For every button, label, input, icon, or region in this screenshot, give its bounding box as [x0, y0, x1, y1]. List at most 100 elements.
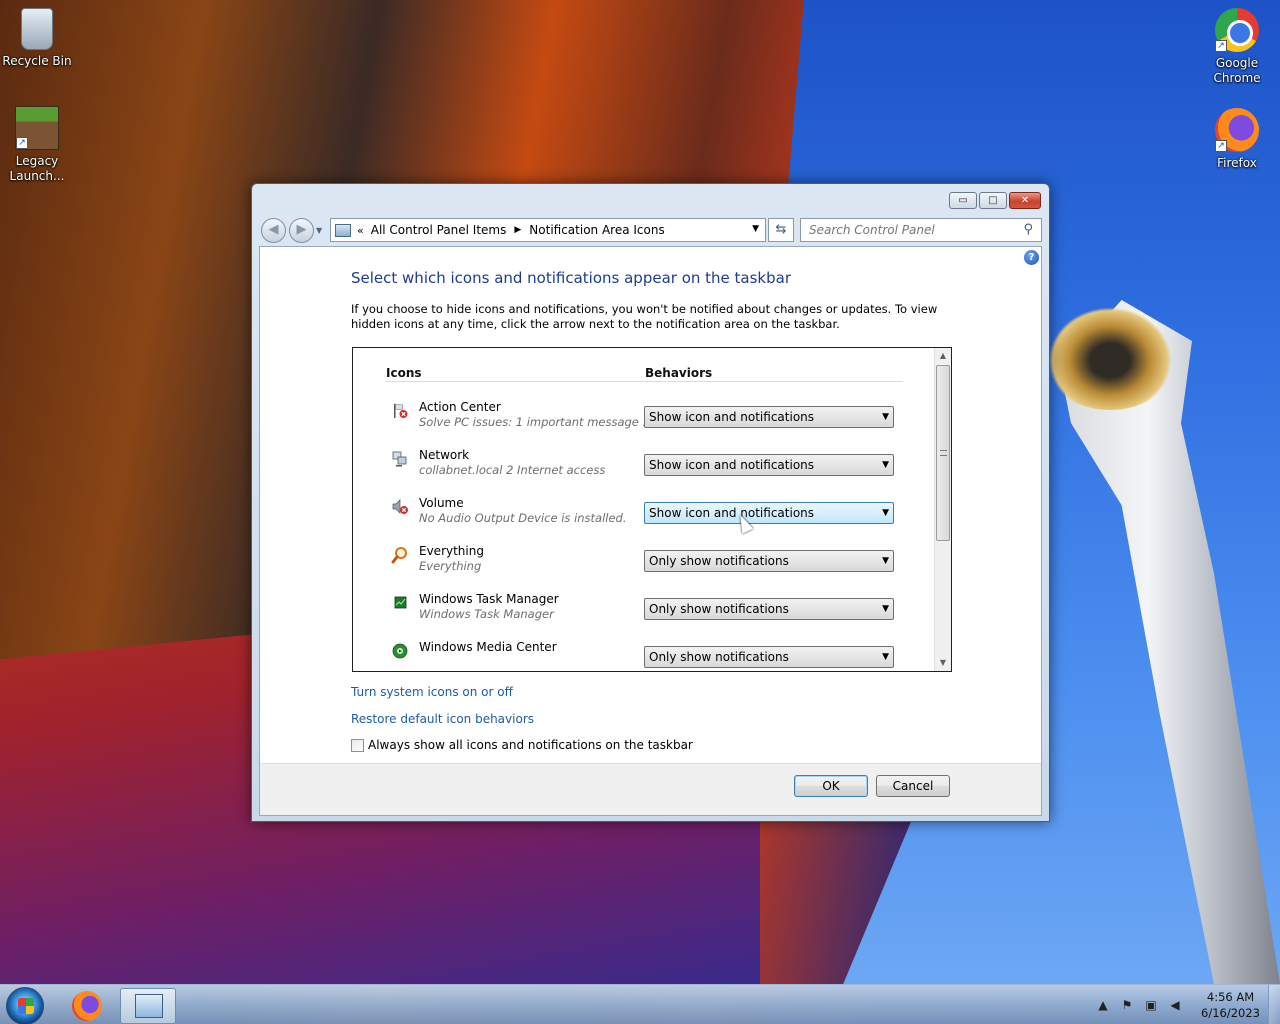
firefox-icon: [72, 991, 102, 1021]
taskbar-control-panel[interactable]: [120, 988, 176, 1024]
desktop-icon-label: Legacy Launch...: [9, 154, 65, 183]
desktop-icon-chrome[interactable]: ↗ Google Chrome: [1197, 8, 1277, 86]
always-show-all-option[interactable]: Always show all icons and notifications …: [351, 738, 693, 752]
row-name: Windows Media Center: [419, 640, 557, 654]
row-description: collabnet.local 2 Internet access: [419, 463, 606, 477]
breadcrumb-notification-area-icons[interactable]: Notification Area Icons: [529, 223, 664, 237]
table-row: Volume No Audio Output Device is install…: [391, 496, 911, 540]
dropdown-arrow-icon: ▼: [882, 652, 889, 662]
wallpaper-tower-top: [1040, 300, 1180, 410]
desktop-icon-recycle-bin[interactable]: Recycle Bin: [0, 8, 77, 69]
control-panel-icon: [135, 994, 163, 1018]
select-value: Show icon and notifications: [649, 458, 815, 472]
shortcut-arrow-icon: ↗: [16, 137, 28, 149]
taskbar-firefox[interactable]: [60, 988, 116, 1024]
forward-button[interactable]: ▶: [289, 218, 314, 243]
desktop-icon-label: Google Chrome: [1213, 56, 1261, 85]
behavior-select-everything[interactable]: Only show notifications ▼: [644, 550, 894, 572]
recycle-bin-icon: [21, 8, 53, 50]
search-box: ⚲: [800, 218, 1042, 242]
scroll-grip-icon: [940, 450, 947, 456]
dialog-footer: OK Cancel: [260, 763, 1041, 815]
page-title: Select which icons and notifications app…: [351, 269, 791, 287]
column-header-behaviors: Behaviors: [645, 366, 713, 380]
minimize-button[interactable]: ▭: [949, 192, 977, 209]
show-desktop-button[interactable]: [1268, 985, 1280, 1024]
always-show-all-checkbox[interactable]: [351, 738, 364, 752]
search-icon[interactable]: ⚲: [1023, 222, 1033, 237]
clock-time: 4:56 AM: [1206, 990, 1255, 1004]
scroll-thumb[interactable]: [936, 365, 950, 541]
breadcrumb-separator-icon[interactable]: ▶: [514, 225, 521, 235]
start-button[interactable]: [6, 987, 44, 1024]
turn-system-icons-link[interactable]: Turn system icons on or off: [351, 685, 513, 699]
control-panel-icon: [335, 223, 351, 237]
notification-area: ▲ ⚑ ▣ ◀ 4:56 AM 6/16/2023: [1095, 985, 1266, 1024]
select-value: Only show notifications: [649, 554, 789, 568]
breadcrumb-all-control-panel-items[interactable]: All Control Panel Items: [371, 223, 507, 237]
magnifier-icon: [391, 546, 409, 564]
scroll-down-icon[interactable]: ▼: [935, 655, 951, 671]
taskbar: ▲ ⚑ ▣ ◀ 4:56 AM 6/16/2023: [0, 984, 1280, 1024]
flag-icon: [391, 402, 409, 420]
speaker-icon: [391, 498, 409, 516]
task-manager-icon: [391, 594, 409, 612]
select-value: Show icon and notifications: [649, 506, 815, 520]
clock[interactable]: 4:56 AM 6/16/2023: [1201, 989, 1260, 1021]
behavior-select-media-center[interactable]: Only show notifications ▼: [644, 646, 894, 668]
row-description: Windows Task Manager: [419, 607, 554, 621]
firefox-icon: ↗: [1215, 108, 1259, 152]
shortcut-arrow-icon: ↗: [1215, 40, 1227, 52]
row-name: Windows Task Manager: [419, 592, 559, 606]
behavior-select-network[interactable]: Show icon and notifications ▼: [644, 454, 894, 476]
select-value: Only show notifications: [649, 650, 789, 664]
ok-button[interactable]: OK: [794, 775, 868, 797]
row-name: Network: [419, 448, 470, 462]
clock-date: 6/16/2023: [1201, 1006, 1260, 1020]
dropdown-arrow-icon: ▼: [882, 412, 889, 422]
recent-pages-dropdown-icon[interactable]: ▼: [316, 226, 322, 235]
help-icon[interactable]: ?: [1024, 250, 1039, 265]
close-button[interactable]: ✕: [1009, 192, 1041, 209]
row-description: Solve PC issues: 1 important message ...: [419, 415, 654, 429]
maximize-button[interactable]: □: [979, 192, 1007, 209]
list-scrollbar[interactable]: ▲ ▼: [934, 348, 951, 671]
scroll-up-icon[interactable]: ▲: [935, 348, 951, 364]
address-dropdown-icon[interactable]: ▼: [752, 224, 759, 234]
network-icon[interactable]: ▣: [1143, 997, 1159, 1013]
volume-muted-icon[interactable]: ◀: [1167, 997, 1183, 1013]
shortcut-arrow-icon: ↗: [1215, 140, 1227, 152]
select-value: Show icon and notifications: [649, 410, 815, 424]
refresh-button[interactable]: ⇆: [768, 218, 794, 242]
table-row: Windows Task Manager Windows Task Manage…: [391, 592, 911, 636]
minecraft-icon: ↗: [15, 106, 59, 150]
table-row: Windows Media Center Only show notificat…: [391, 640, 911, 671]
address-bar[interactable]: « All Control Panel Items ▶ Notification…: [330, 218, 766, 242]
back-button[interactable]: ◀: [261, 218, 286, 243]
show-hidden-icons-arrow-icon[interactable]: ▲: [1095, 997, 1111, 1013]
behavior-select-action-center[interactable]: Show icon and notifications ▼: [644, 406, 894, 428]
behavior-select-volume[interactable]: Show icon and notifications ▼: [644, 502, 894, 524]
restore-default-behaviors-link[interactable]: Restore default icon behaviors: [351, 712, 534, 726]
action-center-flag-icon[interactable]: ⚑: [1119, 997, 1135, 1013]
behavior-select-task-manager[interactable]: Only show notifications ▼: [644, 598, 894, 620]
notification-icons-list: Icons Behaviors Action Center Solve PC i…: [352, 347, 952, 672]
page-description: If you choose to hide icons and notifica…: [351, 302, 938, 331]
breadcrumb-overflow[interactable]: «: [357, 224, 364, 237]
cancel-button[interactable]: Cancel: [876, 775, 950, 797]
search-input[interactable]: [800, 218, 1042, 242]
desktop-icon-firefox[interactable]: ↗ Firefox: [1197, 108, 1277, 171]
desktop-icon-label: Recycle Bin: [2, 54, 72, 68]
select-value: Only show notifications: [649, 602, 789, 616]
row-name: Everything: [419, 544, 484, 558]
header-divider: [385, 381, 903, 382]
desktop-icon-legacy-launcher[interactable]: ↗ Legacy Launch...: [0, 106, 77, 184]
column-header-icons: Icons: [386, 366, 422, 380]
network-icon: [391, 450, 409, 468]
dropdown-arrow-icon: ▼: [882, 556, 889, 566]
table-row: Everything Everything Only show notifica…: [391, 544, 911, 588]
chrome-icon: ↗: [1215, 8, 1259, 52]
content-pane: ? Select which icons and notifications a…: [259, 246, 1042, 816]
table-row: Network collabnet.local 2 Internet acces…: [391, 448, 911, 492]
row-name: Volume: [419, 496, 464, 510]
